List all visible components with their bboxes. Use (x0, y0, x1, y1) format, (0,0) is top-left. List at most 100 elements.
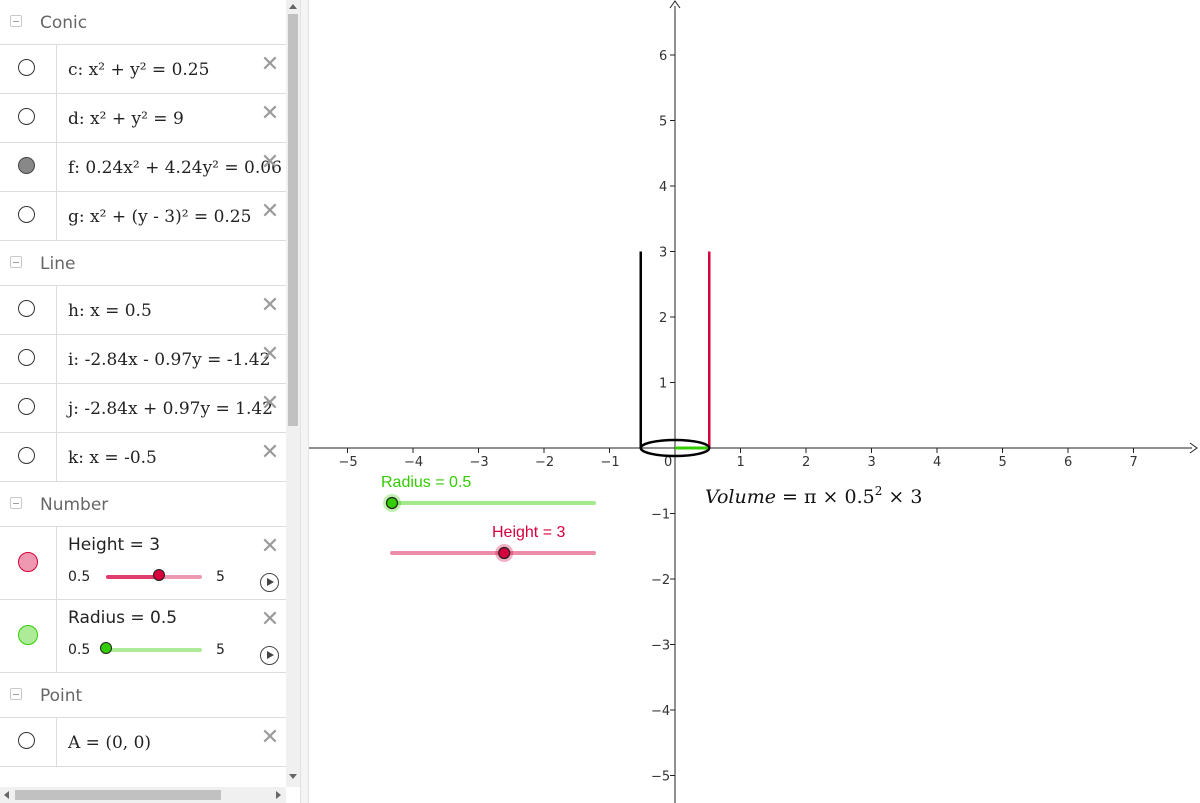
x-tick-label: 5 (999, 455, 1007, 470)
close-icon[interactable]: ✕ (260, 393, 280, 415)
slider-min-label: 0.5 (68, 569, 91, 585)
visibility-cell (0, 718, 57, 766)
scroll-down-icon[interactable] (289, 774, 297, 779)
algebra-item[interactable]: f: 0.24x² + 4.24y² = 0.06 ✕ (0, 143, 286, 192)
slider-expression[interactable]: Radius = 0.5 (68, 608, 177, 628)
slider-fill (106, 575, 160, 579)
x-tick-label: −5 (339, 455, 358, 470)
visibility-toggle[interactable] (18, 625, 38, 645)
slider-knob[interactable] (100, 642, 112, 654)
scroll-right-icon[interactable] (276, 791, 281, 799)
visibility-toggle[interactable] (18, 398, 35, 415)
close-icon[interactable]: ✕ (260, 344, 280, 366)
algebra-item[interactable]: i: -2.84x - 0.97y = -1.42 ✕ (0, 335, 286, 384)
slider-expression[interactable]: Height = 3 (68, 535, 160, 555)
visibility-cell (0, 600, 57, 672)
algebra-expression[interactable]: f: 0.24x² + 4.24y² = 0.06 (68, 158, 282, 178)
group-header-number[interactable]: Number (0, 482, 286, 527)
close-icon[interactable]: ✕ (260, 54, 280, 76)
close-icon[interactable]: ✕ (260, 295, 280, 317)
group-header-line[interactable]: Line (0, 241, 286, 286)
close-icon[interactable]: ✕ (260, 152, 280, 174)
volume-formula: Volume = π × 0.52 × 3 (705, 484, 922, 508)
x-tick-label: 7 (1130, 455, 1138, 470)
play-icon[interactable] (260, 573, 279, 592)
close-icon[interactable]: ✕ (260, 442, 280, 464)
panel-divider[interactable] (300, 0, 309, 803)
slider-knob[interactable] (153, 569, 166, 581)
algebra-expression[interactable]: c: x² + y² = 0.25 (68, 60, 209, 80)
y-tick-label: −4 (651, 704, 670, 719)
visibility-toggle[interactable] (18, 157, 35, 174)
y-tick-label: 6 (659, 49, 667, 64)
visibility-toggle[interactable] (18, 732, 35, 749)
group-header-conic[interactable]: Conic (0, 0, 286, 45)
close-icon[interactable]: ✕ (260, 609, 280, 631)
y-tick-label: −2 (651, 573, 670, 588)
x-tick-label: −1 (601, 455, 620, 470)
visibility-toggle[interactable] (18, 447, 35, 464)
vertical-scroll-thumb[interactable] (288, 14, 298, 426)
group-label: Point (40, 686, 83, 706)
visibility-toggle[interactable] (18, 108, 35, 125)
slider-item[interactable]: Height = 3 ✕ 0.5 5 (0, 527, 286, 600)
visibility-toggle[interactable] (18, 206, 35, 223)
formula-exponent: 2 (875, 484, 883, 498)
close-icon[interactable]: ✕ (260, 536, 280, 558)
collapse-icon[interactable] (10, 15, 22, 27)
y-tick-label: 5 (659, 115, 667, 130)
visibility-cell (0, 94, 57, 142)
visibility-cell (0, 527, 57, 599)
close-icon[interactable]: ✕ (260, 103, 280, 125)
visibility-cell (0, 384, 57, 432)
algebra-item[interactable]: k: x = -0.5 ✕ (0, 433, 286, 482)
slider-track[interactable] (106, 569, 202, 581)
algebra-expression[interactable]: i: -2.84x - 0.97y = -1.42 (68, 350, 270, 370)
y-tick-label: −5 (651, 770, 670, 785)
slider-max-label: 5 (216, 642, 225, 658)
algebra-item[interactable]: j: -2.84x + 0.97y = 1.42 ✕ (0, 384, 286, 433)
y-tick-label: 2 (659, 311, 667, 326)
y-tick-label: −1 (651, 508, 670, 523)
scroll-left-icon[interactable] (4, 791, 9, 799)
algebra-item[interactable]: d: x² + y² = 9 ✕ (0, 94, 286, 143)
visibility-toggle[interactable] (18, 300, 35, 317)
x-tick-label: 4 (933, 455, 941, 470)
collapse-icon[interactable] (10, 497, 22, 509)
slider-item[interactable]: Radius = 0.5 ✕ 0.5 5 (0, 600, 286, 673)
algebra-item[interactable]: A = (0, 0) ✕ (0, 718, 286, 767)
algebra-item[interactable]: h: x = 0.5 ✕ (0, 286, 286, 335)
algebra-expression[interactable]: A = (0, 0) (68, 733, 151, 753)
algebra-expression[interactable]: j: -2.84x + 0.97y = 1.42 (68, 399, 273, 419)
scroll-up-icon[interactable] (289, 4, 297, 9)
visibility-toggle[interactable] (18, 59, 35, 76)
x-tick-label: 3 (868, 455, 876, 470)
vertical-scrollbar[interactable] (286, 0, 300, 787)
collapse-icon[interactable] (10, 256, 22, 268)
height-slider-knob (498, 546, 511, 560)
graphics-sliders: Radius = 0.5 Height = 3 (381, 474, 596, 562)
visibility-toggle[interactable] (18, 552, 38, 572)
y-tick-label: 1 (659, 377, 667, 392)
x-axis: −5 −4 −3 −2 −1 0 1 2 3 4 5 6 7 (309, 442, 1198, 470)
algebra-expression[interactable]: h: x = 0.5 (68, 301, 152, 321)
slider-track[interactable] (100, 642, 202, 654)
algebra-expression[interactable]: k: x = -0.5 (68, 448, 157, 468)
play-icon[interactable] (260, 646, 279, 665)
visibility-toggle[interactable] (18, 349, 35, 366)
y-tick-label: 4 (659, 180, 667, 195)
algebra-item[interactable]: g: x² + (y - 3)² = 0.25 ✕ (0, 192, 286, 241)
radius-slider-knob (385, 496, 399, 510)
formula-lhs: Volume (705, 486, 776, 508)
collapse-icon[interactable] (10, 688, 22, 700)
group-header-point[interactable]: Point (0, 673, 286, 718)
algebra-expression[interactable]: g: x² + (y - 3)² = 0.25 (68, 207, 251, 227)
visibility-cell (0, 286, 57, 334)
horizontal-scroll-thumb[interactable] (15, 790, 221, 800)
close-icon[interactable]: ✕ (260, 201, 280, 223)
algebra-item[interactable]: c: x² + y² = 0.25 ✕ (0, 45, 286, 94)
y-axis: 6 5 4 3 2 1 −1 −2 −3 −4 −5 (651, 0, 681, 803)
close-icon[interactable]: ✕ (260, 727, 280, 749)
algebra-expression[interactable]: d: x² + y² = 9 (68, 109, 184, 129)
horizontal-scrollbar[interactable] (0, 787, 286, 803)
